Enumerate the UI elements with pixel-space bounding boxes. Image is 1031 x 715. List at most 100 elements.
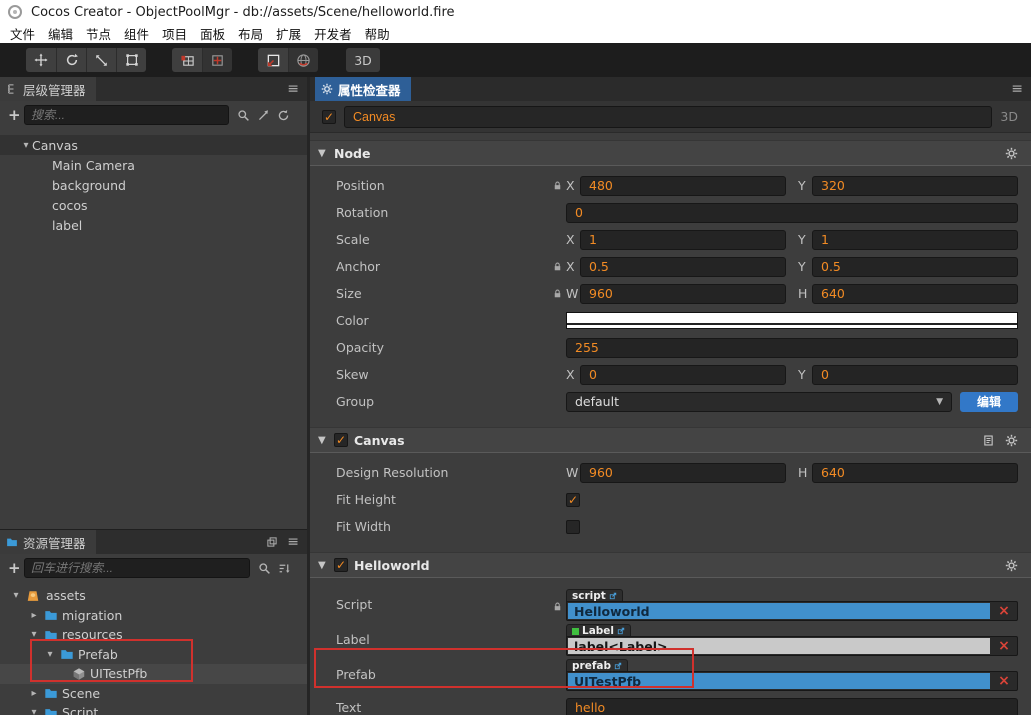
fit-width-checkbox[interactable]: ✓ <box>566 519 580 534</box>
assets-menu-icon[interactable]: ≡ <box>287 535 299 549</box>
menu-panel[interactable]: 面板 <box>200 24 225 43</box>
tree-node-label: Main Camera <box>52 157 135 173</box>
hierarchy-menu-icon[interactable]: ≡ <box>287 82 299 96</box>
menu-node[interactable]: 节点 <box>86 24 111 43</box>
label-reference-field[interactable]: label<Label> × <box>566 636 1018 656</box>
menu-edit[interactable]: 编辑 <box>48 24 73 43</box>
hierarchy-tab[interactable]: 层级管理器 <box>0 77 96 101</box>
size-w-field[interactable]: 960 <box>580 283 786 304</box>
helloworld-settings-gear-icon[interactable] <box>1005 559 1018 572</box>
asset-row-prefab-folder[interactable]: ▾ Prefab <box>0 645 307 665</box>
helloworld-section-header[interactable]: ▼ ✓ Helloworld <box>310 552 1031 578</box>
prefab-reference-field[interactable]: UITestPfb × <box>566 671 1018 691</box>
asset-row-resources[interactable]: ▾ resources <box>0 625 307 645</box>
tree-node-main-camera[interactable]: Main Camera <box>0 155 307 175</box>
helloworld-enabled-checkbox[interactable]: ✓ <box>334 558 348 572</box>
expand-arrow-icon[interactable]: ▾ <box>10 590 22 601</box>
design-resolution-h-field[interactable]: 640 <box>812 462 1018 483</box>
scale-y-field[interactable]: 1 <box>812 229 1018 250</box>
tree-node-background[interactable]: background <box>0 175 307 195</box>
menu-component[interactable]: 组件 <box>124 24 149 43</box>
assets-search-icon[interactable] <box>258 562 271 575</box>
menu-developer[interactable]: 开发者 <box>314 24 352 43</box>
asset-row-scene[interactable]: ▸ Scene <box>0 684 307 704</box>
canvas-section-header[interactable]: ▼ ✓ Canvas <box>310 427 1031 453</box>
anchor-x-field[interactable]: 0.5 <box>580 256 786 277</box>
section-collapse-icon[interactable]: ▼ <box>318 560 328 571</box>
prefab-remove-button[interactable]: × <box>991 673 1017 689</box>
hierarchy-refresh-icon[interactable] <box>277 109 290 122</box>
assets-popout-icon[interactable] <box>266 536 278 548</box>
assets-search-input[interactable] <box>24 558 250 578</box>
expand-arrow-icon[interactable]: ▾ <box>44 649 56 660</box>
hierarchy-pick-node-icon[interactable] <box>257 109 270 122</box>
assets-add-asset-button[interactable]: + <box>8 559 24 577</box>
text-field[interactable]: hello <box>566 697 1018 715</box>
menu-layout[interactable]: 布局 <box>238 24 263 43</box>
menu-file[interactable]: 文件 <box>10 24 35 43</box>
canvas-settings-gear-icon[interactable] <box>1005 434 1018 447</box>
collapse-arrow-icon[interactable]: ▸ <box>28 688 40 699</box>
asset-row-uitestpfb[interactable]: UITestPfb <box>0 664 307 684</box>
hierarchy-search-input[interactable] <box>24 105 229 125</box>
asset-row-assets[interactable]: ▾ assets <box>0 586 307 606</box>
hierarchy-add-node-button[interactable]: + <box>8 106 24 124</box>
collapse-arrow-icon[interactable]: ▸ <box>28 610 40 621</box>
section-title: Canvas <box>354 432 405 448</box>
rotation-field[interactable]: 0 <box>566 202 1018 223</box>
pivot-grid-icon-button[interactable] <box>172 48 202 72</box>
asset-row-script[interactable]: ▾ Script <box>0 703 307 715</box>
node-name-input[interactable] <box>344 105 993 128</box>
label-remove-button[interactable]: × <box>991 638 1017 654</box>
script-remove-button[interactable]: × <box>991 603 1017 619</box>
section-collapse-icon[interactable]: ▼ <box>318 148 328 159</box>
external-link-icon[interactable] <box>609 592 617 600</box>
expand-arrow-icon[interactable]: ▾ <box>20 140 32 151</box>
position-y-field[interactable]: 320 <box>812 175 1018 196</box>
opacity-field[interactable]: 255 <box>566 337 1018 358</box>
anchor-y-field[interactable]: 0.5 <box>812 256 1018 277</box>
assets-sort-icon[interactable] <box>278 562 291 575</box>
move-tool-button[interactable] <box>26 48 56 72</box>
node-active-checkbox[interactable]: ✓ <box>322 109 336 124</box>
menu-help[interactable]: 帮助 <box>365 24 390 43</box>
inspector-menu-icon[interactable]: ≡ <box>1011 82 1023 96</box>
rect-tool-button[interactable] <box>116 48 146 72</box>
canvas-help-doc-icon[interactable] <box>982 434 995 447</box>
rotate-tool-button[interactable] <box>56 48 86 72</box>
local-coordinate-button[interactable] <box>258 48 288 72</box>
anchor-grid-icon-button[interactable] <box>202 48 232 72</box>
node-settings-gear-icon[interactable] <box>1005 147 1018 160</box>
script-reference-field[interactable]: Helloworld × <box>566 601 1018 621</box>
group-row: Group default ▼ 编辑 <box>310 388 1031 415</box>
tree-node-cocos[interactable]: cocos <box>0 195 307 215</box>
color-swatch[interactable] <box>566 312 1018 329</box>
menu-project[interactable]: 项目 <box>162 24 187 43</box>
fit-height-checkbox[interactable]: ✓ <box>566 492 580 507</box>
hierarchy-search-icon[interactable] <box>237 109 250 122</box>
group-dropdown[interactable]: default ▼ <box>566 391 952 412</box>
asset-row-migration[interactable]: ▸ migration <box>0 606 307 626</box>
size-h-field[interactable]: 640 <box>812 283 1018 304</box>
external-link-icon[interactable] <box>614 662 622 670</box>
design-resolution-w-field[interactable]: 960 <box>580 462 786 483</box>
assets-tab[interactable]: 资源管理器 <box>0 530 96 554</box>
inspector-tab[interactable]: 属性检查器 <box>315 77 411 101</box>
skew-y-field[interactable]: 0 <box>812 364 1018 385</box>
scale-tool-button[interactable] <box>86 48 116 72</box>
skew-x-field[interactable]: 0 <box>580 364 786 385</box>
group-edit-button[interactable]: 编辑 <box>960 391 1018 412</box>
expand-arrow-icon[interactable]: ▾ <box>28 629 40 640</box>
menu-extension[interactable]: 扩展 <box>276 24 301 43</box>
tree-node-canvas[interactable]: ▾ Canvas <box>0 135 307 155</box>
3d-mode-button[interactable]: 3D <box>346 48 380 72</box>
node-section-header[interactable]: ▼ Node <box>310 140 1031 166</box>
world-coordinate-button[interactable] <box>288 48 318 72</box>
section-collapse-icon[interactable]: ▼ <box>318 435 328 446</box>
external-link-icon[interactable] <box>617 627 625 635</box>
expand-arrow-icon[interactable]: ▾ <box>28 707 40 715</box>
position-x-field[interactable]: 480 <box>580 175 786 196</box>
tree-node-label-node[interactable]: label <box>0 215 307 235</box>
scale-x-field[interactable]: 1 <box>580 229 786 250</box>
canvas-enabled-checkbox[interactable]: ✓ <box>334 433 348 447</box>
